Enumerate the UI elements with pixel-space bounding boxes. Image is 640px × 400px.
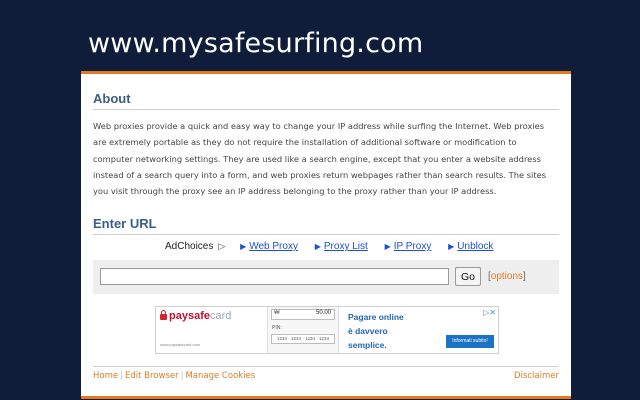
footer-link-disclaimer[interactable]: Disclaimer (514, 371, 559, 381)
ad-link-label: Web Proxy (249, 241, 298, 252)
options-wrapper: [options] (488, 271, 526, 282)
url-form: Go [options] (93, 260, 559, 294)
go-button[interactable]: Go (455, 267, 481, 286)
footer-nav: Home | Edit Browser | Manage Cookies Disclai… (93, 366, 559, 381)
ad-card-area: ₩ 50.00 PIN: 1234 · 1234 · 1234 · 1234 (268, 307, 339, 353)
footer-separator: | (180, 371, 184, 381)
currency-symbol: ₩ (274, 310, 280, 316)
enter-url-heading: Enter URL (93, 216, 559, 235)
adchoices-icon[interactable]: ▷ (218, 241, 225, 252)
content-panel: About Web proxies provide a quick and ea… (81, 71, 571, 399)
about-heading: About (93, 91, 559, 110)
play-triangle-icon: ▶ (314, 242, 321, 251)
ad-brand-light: card (209, 310, 232, 322)
ad-brand-bold: paysafe (169, 310, 210, 322)
ad-link-unblock[interactable]: ▶ Unblock (448, 241, 493, 252)
ad-link-proxy-list[interactable]: ▶ Proxy List (315, 241, 368, 252)
lock-icon (160, 310, 167, 320)
ad-close-icon[interactable]: ▷✕ (483, 308, 496, 317)
play-triangle-icon: ▶ (240, 242, 247, 251)
ad-message-line: semplice. (348, 340, 387, 350)
footer-link-edit-browser[interactable]: Edit Browser (125, 371, 179, 381)
ad-message-line: Pagare online (348, 312, 404, 322)
adchoices-label[interactable]: AdChoices (165, 241, 213, 252)
ad-card-top: ₩ 50.00 (271, 309, 335, 320)
ad-cta-button[interactable]: Informati subito! (446, 335, 494, 348)
options-link[interactable]: options (491, 271, 523, 282)
about-text: Web proxies provide a quick and easy way… (93, 121, 547, 197)
play-triangle-icon: ▶ (384, 242, 391, 251)
options-bracket-close: ] (523, 271, 526, 282)
ad-link-label: Proxy List (323, 241, 368, 252)
ad-brand: paysafecard (169, 310, 231, 322)
ad-link-ip-proxy[interactable]: ▶ IP Proxy (385, 241, 432, 252)
ad-link-label: Unblock (457, 241, 494, 252)
ad-message: Pagare online è davvero semplice. (348, 310, 404, 352)
ad-message-area: Pagare online è davvero semplice. Inform… (342, 307, 498, 353)
card-amount: 50.00 (315, 310, 331, 316)
footer-link-manage-cookies[interactable]: Manage Cookies (185, 371, 255, 381)
ad-links-row: AdChoices ▷ ▶ Web Proxy ▶ Proxy List ▶ IP Pr… (165, 241, 559, 252)
ad-brand-url: www.paysafecard.com (160, 342, 201, 347)
pin-fields: 1234 · 1234 · 1234 · 1234 (271, 334, 335, 344)
pin-label: PIN: (272, 325, 282, 331)
footer-link-home[interactable]: Home (93, 371, 118, 381)
ad-link-label: IP Proxy (393, 241, 432, 252)
ad-logo-area: paysafecard www.paysafecard.com (156, 307, 268, 353)
footer-separator: | (120, 371, 123, 381)
ad-banner[interactable]: paysafecard www.paysafecard.com ₩ 50.00 … (155, 306, 499, 354)
ad-link-web-proxy[interactable]: ▶ Web Proxy (240, 241, 298, 252)
url-input[interactable] (100, 268, 449, 285)
ad-message-line: è davvero (348, 326, 388, 336)
site-title: www.mysafesurfing.com (88, 28, 424, 59)
play-triangle-icon: ▶ (448, 242, 455, 251)
